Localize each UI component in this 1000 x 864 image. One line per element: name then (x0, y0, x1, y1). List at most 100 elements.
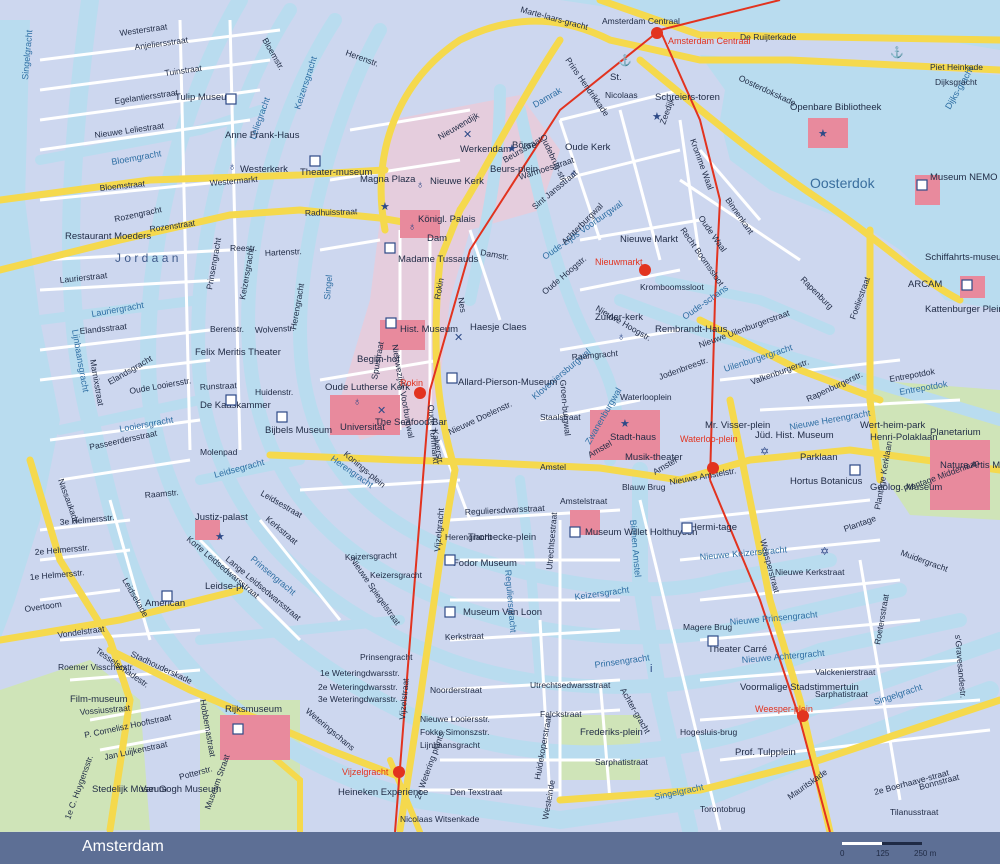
station-label: Rokin (400, 378, 423, 388)
street-label: Dijksgracht (935, 77, 978, 87)
poi-label: Beurs-plein (490, 164, 538, 175)
church-icon: ♁ (228, 161, 236, 173)
poi-label: Zuider-kerk (595, 312, 643, 323)
museum-icon[interactable] (849, 464, 861, 476)
museum-icon[interactable] (707, 635, 719, 647)
poi-label: Magna Plaza (360, 174, 416, 185)
poi-label: Haesje Claes (470, 322, 527, 333)
star-icon: ★ (818, 128, 828, 140)
poi-label: Leidse-pl. (205, 581, 246, 592)
metro-station-icon[interactable] (393, 766, 405, 778)
poi-label: Felix Meritis Theater (195, 347, 281, 358)
church-icon: ♁ (353, 396, 361, 408)
station-label: Weesper-plein (755, 704, 813, 714)
star-icon: ★ (215, 531, 225, 543)
poi-label: Musik-theater (625, 452, 683, 463)
museum-icon[interactable] (444, 554, 456, 566)
poi-label: The Seafood Bar (375, 417, 447, 428)
poi-label: Allard-Pierson-Museum (458, 377, 557, 388)
star-icon: ✡ (760, 446, 769, 458)
scale-label-mid: 125 (876, 849, 890, 858)
street-label: Amsterdam Centraal (602, 16, 680, 26)
metro-station-icon[interactable] (651, 27, 663, 39)
star-icon: ★ (507, 143, 517, 155)
poi-label: Werkendam (460, 144, 511, 155)
street-label: Molenpad (200, 447, 238, 457)
poi-label: Nieuwe Kerk (430, 176, 484, 187)
street-label: Berenstr. (210, 324, 244, 334)
poi-label: Frederiks-plein (580, 727, 643, 738)
poi-label: Openbare Bibliotheek (790, 102, 882, 113)
poi-label: Wert-heim-park (860, 420, 926, 431)
poi-label: Van Gogh Museum (140, 784, 221, 795)
poi-label: Oude Kerk (565, 142, 611, 153)
poi-label: ARCAM (908, 279, 942, 290)
station-label: Waterloo-plein (680, 434, 738, 444)
poi-label: Stadt-haus (610, 432, 656, 443)
church-icon: ♁ (617, 331, 625, 343)
poi-label: Königl. Palais (418, 214, 476, 225)
poi-label: Natura Artis Magistra (940, 460, 1000, 471)
star-icon: ✡ (820, 546, 829, 558)
street-label: Lijnbaansgracht (420, 740, 481, 750)
museum-icon[interactable] (309, 155, 321, 167)
map-title: Amsterdam (82, 838, 164, 855)
poi-label: Geolog. Museum (870, 482, 942, 493)
poi-label: Justiz-palast (195, 512, 248, 523)
museum-icon[interactable] (444, 606, 456, 618)
poi-label: Hist. Museum (400, 324, 458, 335)
museum-icon[interactable] (385, 317, 397, 329)
poi-label: Universität (340, 422, 385, 433)
poi-label: Museum Van Loon (463, 607, 542, 618)
anchor-icon: ⚓ (890, 46, 904, 59)
museum-icon[interactable] (225, 394, 237, 406)
street-label: Hogesluis-brug (680, 727, 737, 737)
poi-label: Henri-Polaklaan (870, 432, 938, 443)
poi-label: Parklaan (800, 452, 838, 463)
museum-icon[interactable] (276, 411, 288, 423)
street-label: Nicolaas (605, 90, 638, 100)
street-label: Huidenstr. (255, 387, 293, 397)
museum-icon[interactable] (569, 526, 581, 538)
scale-label-zero: 0 (840, 849, 845, 858)
street-label: Roemer Visscherstr. (58, 662, 134, 672)
street-label: Tilanusstraat (890, 807, 939, 817)
church-icon: ♁ (416, 179, 424, 191)
street-label: Noorderstraat (430, 685, 483, 695)
poi-label: Oude Lutherse Kerk (325, 382, 410, 393)
poi-label: Kattenburger Plein (925, 304, 1000, 315)
street-label: Amstel (540, 462, 566, 472)
street-label: Radhuisstraat (305, 206, 358, 218)
museum-icon[interactable] (681, 522, 693, 534)
poi-label: Westerkerk (240, 164, 288, 175)
metro-station-icon[interactable] (414, 387, 426, 399)
museum-icon[interactable] (961, 279, 973, 291)
street-label: Blauw Brug (622, 482, 666, 492)
poi-label: Schreiers-toren (655, 92, 720, 103)
poi-label: Hortus Botanicus (790, 476, 863, 487)
city-map[interactable]: J o r d a a n Oosterdok Singelgracht Lij… (0, 0, 1000, 832)
museum-icon[interactable] (161, 590, 173, 602)
church-icon: ♁ (569, 168, 577, 180)
street-label: Torontobrug (700, 804, 746, 814)
poi-label: Schiffahrts-museum (925, 252, 1000, 263)
poi-label: Begijn-hof (357, 354, 400, 365)
scale-bar-segment (882, 842, 922, 845)
street-label: Kerkstraat (445, 631, 485, 642)
poi-label: Fodor Museum (453, 558, 517, 569)
church-icon: ♁ (408, 221, 416, 233)
poi-label: Dam (427, 233, 447, 244)
street-label: Waterlooplein (620, 392, 672, 402)
metro-station-icon[interactable] (707, 462, 719, 474)
museum-icon[interactable] (446, 372, 458, 384)
museum-icon[interactable] (232, 723, 244, 735)
poi-label: St. (610, 72, 622, 83)
info-icon: i (650, 663, 652, 675)
scale-bar: 0 125 250 m (840, 842, 937, 858)
street-label: 1e Weteringdwarsstr. (320, 668, 400, 678)
museum-icon[interactable] (916, 179, 928, 191)
museum-icon[interactable] (225, 93, 237, 105)
museum-icon[interactable] (384, 242, 396, 254)
street-label: Den Texstraat (450, 787, 503, 797)
poi-label: Heineken Experience (338, 787, 428, 798)
